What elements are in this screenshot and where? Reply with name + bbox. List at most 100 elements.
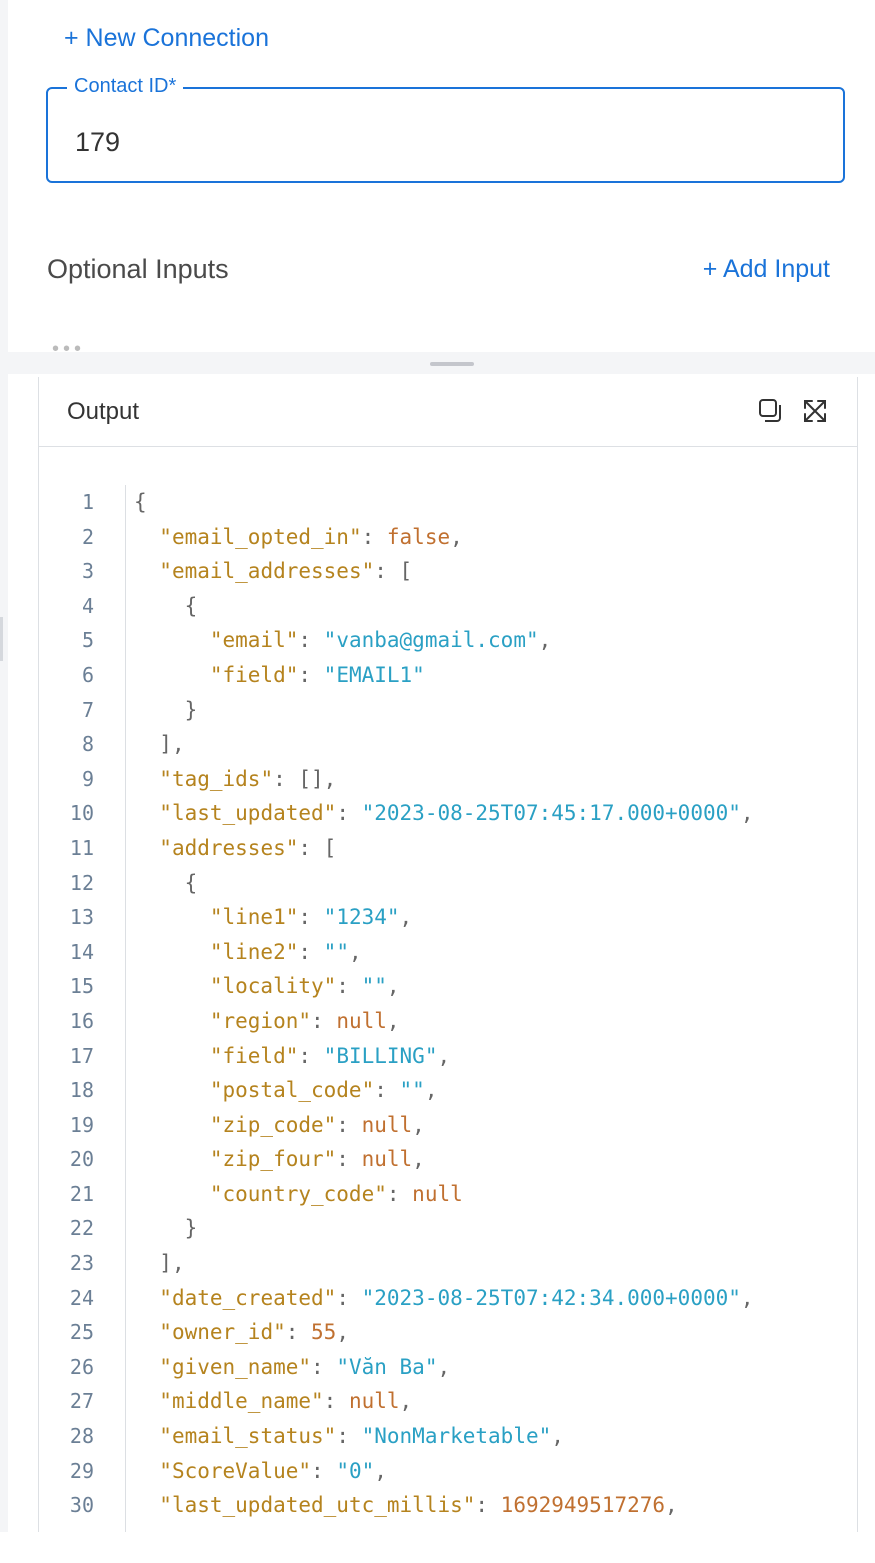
json-token: "zip_four"	[209, 1147, 337, 1172]
copy-icon[interactable]	[757, 397, 785, 425]
code-line: 8 ],	[39, 727, 857, 762]
output-panel: Output 1 {2 "email_opted_in": false, 3 …	[8, 374, 875, 1532]
json-token: "BILLING"	[323, 1043, 438, 1068]
json-token: 1692949517276	[500, 1493, 666, 1518]
contact-id-field[interactable]: Contact ID*	[46, 75, 845, 183]
code-line: 29 "ScoreValue": "0",	[39, 1454, 857, 1489]
json-token: null	[361, 1112, 413, 1137]
code-line: 20 "zip_four": null,	[39, 1142, 857, 1177]
json-token: ],	[159, 732, 185, 757]
json-token: "zip_code"	[209, 1112, 337, 1137]
code-text: "tag_ids": [],	[134, 762, 336, 797]
line-number: 23	[69, 1251, 94, 1276]
left-edge-marker	[0, 617, 3, 661]
code-text: "postal_code": "",	[134, 1073, 438, 1108]
code-line: 2 "email_opted_in": false,	[39, 520, 857, 555]
code-line: 14 "line2": "",	[39, 935, 857, 970]
line-number: 18	[69, 1078, 94, 1103]
json-code-viewer[interactable]: 1{2 "email_opted_in": false, 3 "email_add…	[39, 485, 857, 1523]
code-line: 10 "last_updated": "2023-08-25T07:45:17.…	[39, 796, 857, 831]
json-token: "0"	[336, 1458, 375, 1483]
json-token: }	[184, 1216, 198, 1241]
code-text: "zip_code": null,	[134, 1108, 425, 1143]
json-token: :	[311, 1008, 337, 1033]
code-line: 5 "email": "vanba@gmail.com",	[39, 623, 857, 658]
json-token: "last_updated_utc_millis"	[159, 1493, 476, 1518]
json-token: "2023-08-25T07:45:17.000+0000"	[361, 801, 741, 826]
code-text: {	[134, 485, 147, 520]
json-token: ,	[450, 524, 463, 549]
new-connection-button[interactable]: + New Connection	[64, 24, 269, 53]
json-token: ""	[323, 939, 349, 964]
code-text: "line1": "1234",	[134, 900, 412, 935]
json-token: "middle_name"	[159, 1389, 324, 1414]
line-number: 19	[69, 1112, 94, 1137]
code-line: 22 }	[39, 1211, 857, 1246]
json-token: ,	[740, 801, 754, 826]
json-token: ,	[399, 1389, 413, 1414]
json-token: "date_created"	[159, 1285, 337, 1310]
line-number: 27	[69, 1389, 94, 1414]
json-token: "2023-08-25T07:42:34.000+0000"	[361, 1285, 741, 1310]
json-token: "addresses"	[159, 835, 299, 860]
code-line: 23 ],	[39, 1246, 857, 1281]
json-token: ,	[538, 628, 552, 653]
json-token: ,	[336, 1320, 349, 1345]
json-token: "country_code"	[209, 1181, 387, 1206]
json-token: null	[336, 1008, 387, 1033]
optional-inputs-title: Optional Inputs	[47, 254, 229, 284]
expand-icon[interactable]	[801, 397, 829, 425]
json-token: ,	[348, 939, 362, 964]
json-token: "1234"	[323, 905, 400, 930]
json-token: :	[336, 974, 362, 999]
json-token: {	[184, 870, 198, 895]
json-token: "postal_code"	[209, 1078, 375, 1103]
code-line: 26 "given_name": "Văn Ba",	[39, 1350, 857, 1385]
code-line: 6 "field": "EMAIL1"	[39, 658, 857, 693]
json-token: "email_opted_in"	[159, 524, 362, 549]
code-line: 4 {	[39, 589, 857, 624]
json-token: :	[336, 1424, 362, 1449]
input-panel: + New Connection Contact ID* Optional In…	[8, 0, 875, 352]
line-number: 30	[69, 1493, 94, 1518]
contact-id-input[interactable]	[75, 127, 775, 158]
json-token: :	[336, 1147, 362, 1172]
code-line: 25 "owner_id": 55,	[39, 1315, 857, 1350]
json-token: :	[311, 1354, 337, 1379]
line-number: 26	[69, 1354, 94, 1379]
code-text: "region": null,	[134, 1004, 400, 1039]
code-line: 3 "email_addresses": [	[39, 554, 857, 589]
json-token: :	[361, 524, 387, 549]
code-line: 7 }	[39, 693, 857, 728]
output-title: Output	[67, 398, 140, 425]
json-token: : [	[298, 835, 337, 860]
code-line: 1{	[39, 485, 857, 520]
code-text: "field": "EMAIL1"	[134, 658, 425, 693]
line-number: 16	[69, 1008, 94, 1033]
json-token: {	[134, 490, 147, 514]
json-token: :	[323, 1389, 349, 1414]
panel-resize-handle[interactable]	[430, 362, 474, 366]
code-text: "last_updated": "2023-08-25T07:45:17.000…	[134, 796, 754, 831]
json-token: false	[386, 524, 451, 549]
line-number: 4	[81, 593, 94, 618]
code-line: 18 "postal_code": "",	[39, 1073, 857, 1108]
json-token: ,	[412, 1112, 425, 1137]
json-token: :	[298, 905, 324, 930]
code-text: "field": "BILLING",	[134, 1039, 450, 1074]
code-text: "email_addresses": [	[134, 554, 412, 589]
line-number: 13	[69, 905, 94, 930]
line-number: 24	[69, 1285, 94, 1310]
line-number: 15	[69, 974, 94, 999]
add-input-button[interactable]: + Add Input	[703, 255, 830, 284]
json-token: "NonMarketable"	[361, 1424, 552, 1449]
code-line: 9 "tag_ids": [],	[39, 762, 857, 797]
code-text: "addresses": [	[134, 831, 336, 866]
code-text: "last_updated_utc_millis": 1692949517276…	[134, 1488, 677, 1523]
code-line: 27 "middle_name": null,	[39, 1384, 857, 1419]
json-token: ,	[399, 905, 413, 930]
code-text: "ScoreValue": "0",	[134, 1454, 387, 1489]
code-text: ],	[134, 727, 185, 762]
line-number: 1	[81, 490, 94, 514]
json-token: ,	[740, 1285, 754, 1310]
